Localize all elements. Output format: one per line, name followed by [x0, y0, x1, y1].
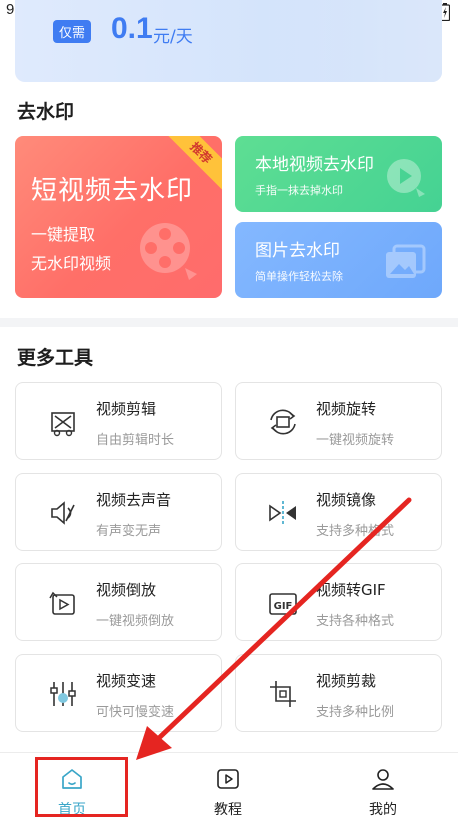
- card-line2: 无水印视频: [31, 254, 112, 273]
- short-video-watermark-card[interactable]: 推荐 短视频去水印 一键提取 无水印视频: [15, 136, 222, 298]
- tool-desc: 有声变无声: [96, 524, 162, 539]
- image-icon: [386, 244, 426, 278]
- tool-video-to-gif[interactable]: GIF 视频转GIF 支持各种格式: [235, 563, 442, 641]
- mute-speaker-icon: [51, 501, 75, 525]
- watermark-section-title: 去水印: [17, 101, 75, 123]
- tool-desc: 一键视频旋转: [316, 433, 395, 448]
- card-line1: 一键提取: [31, 225, 96, 244]
- section-divider: [0, 318, 458, 327]
- tool-name: 视频剪裁: [316, 672, 377, 690]
- tool-video-edit[interactable]: 视频剪辑 自由剪辑时长: [15, 382, 222, 460]
- tools-section-title: 更多工具: [17, 347, 94, 369]
- reverse-play-icon: [49, 591, 75, 615]
- scissors-video-icon: [51, 412, 75, 437]
- annotation-highlight-box: [35, 757, 128, 817]
- card-subtitle: 简单操作轻松去除: [255, 270, 343, 283]
- film-reel-icon: [140, 223, 197, 280]
- user-icon: [372, 769, 394, 790]
- tool-video-mute[interactable]: 视频去声音 有声变无声: [15, 473, 222, 551]
- card-subtitle: 手指一抹去掉水印: [255, 184, 343, 197]
- svg-text:GIF: GIF: [274, 601, 293, 612]
- play-circle-icon: [387, 159, 425, 197]
- play-tutorial-icon: [217, 769, 239, 789]
- gif-icon: GIF: [269, 593, 297, 615]
- promo-decoration: [262, 0, 442, 82]
- tool-name: 视频镜像: [316, 491, 377, 509]
- tool-video-crop[interactable]: 视频剪裁 支持多种比例: [235, 654, 442, 732]
- card-title: 本地视频去水印: [255, 155, 374, 175]
- tool-name: 视频变速: [96, 672, 157, 690]
- tool-name: 视频剪辑: [96, 400, 157, 418]
- tool-desc: 支持多种比例: [316, 705, 395, 720]
- mirror-icon: [269, 501, 296, 525]
- tool-video-speed[interactable]: 视频变速 可快可慢变速: [15, 654, 222, 732]
- tool-name: 视频旋转: [316, 400, 377, 418]
- tool-name: 视频转GIF: [316, 581, 386, 599]
- nav-mine[interactable]: 我的: [323, 753, 443, 820]
- image-watermark-card[interactable]: 图片去水印 简单操作轻松去除: [235, 222, 442, 298]
- rotate-icon: [270, 409, 296, 435]
- tool-video-mirror[interactable]: 视频镜像 支持多种格式: [235, 473, 442, 551]
- promo-unit: 元/天: [153, 27, 193, 47]
- local-video-watermark-card[interactable]: 本地视频去水印 手指一抹去掉水印: [235, 136, 442, 212]
- tool-video-reverse[interactable]: 视频倒放 一键视频倒放: [15, 563, 222, 641]
- tool-video-rotate[interactable]: 视频旋转 一键视频旋转: [235, 382, 442, 460]
- promo-price: 0.1: [111, 12, 153, 45]
- promo-badge: 仅需: [53, 20, 92, 43]
- vip-promo-banner[interactable]: 仅需 0.1 元/天: [15, 0, 442, 82]
- card-title: 图片去水印: [255, 241, 340, 261]
- tool-desc: 一键视频倒放: [96, 614, 175, 629]
- tool-desc: 支持多种格式: [316, 524, 395, 539]
- tool-desc: 自由剪辑时长: [96, 433, 175, 448]
- tool-desc: 可快可慢变速: [96, 705, 175, 720]
- tool-name: 视频倒放: [96, 581, 157, 599]
- nav-label: 我的: [369, 802, 397, 818]
- nav-label: 教程: [214, 802, 242, 818]
- speed-sliders-icon: [50, 682, 76, 706]
- crop-icon: [270, 681, 296, 707]
- card-title: 短视频去水印: [31, 176, 194, 206]
- tool-desc: 支持各种格式: [316, 614, 395, 629]
- tool-name: 视频去声音: [96, 491, 172, 509]
- nav-tutorial[interactable]: 教程: [168, 753, 288, 820]
